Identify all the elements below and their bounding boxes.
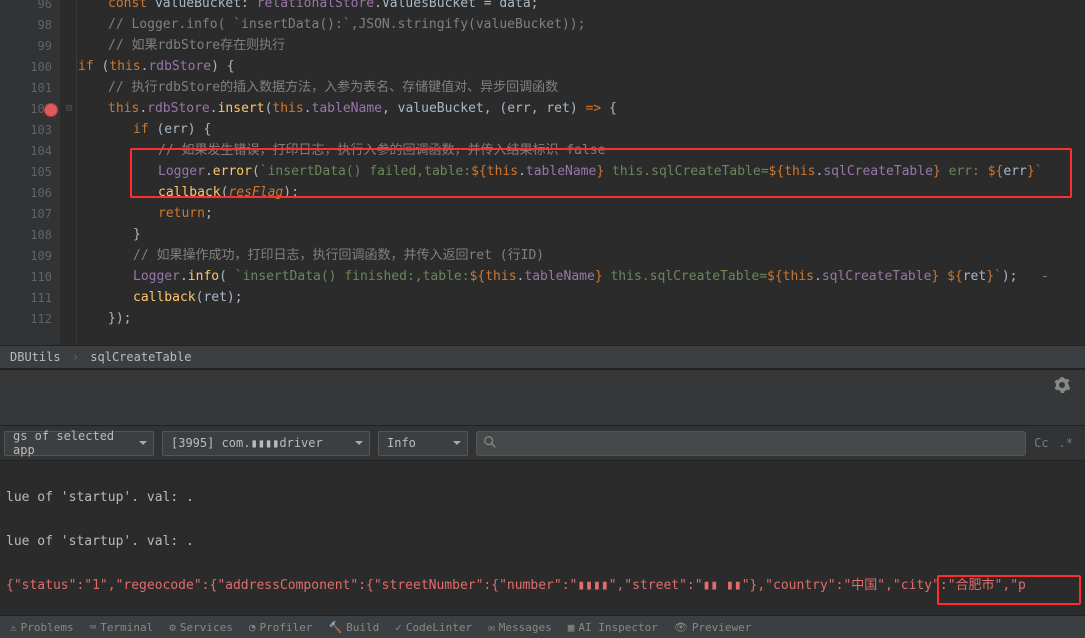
codelinter-icon: ✓: [395, 621, 402, 634]
breadcrumb[interactable]: DBUtils › sqlCreateTable: [0, 345, 1085, 369]
code-line[interactable]: Logger.info( `insertData() finished:,tab…: [78, 267, 1085, 287]
code-line[interactable]: callback(resFlag);: [78, 183, 1085, 203]
tool-panel-header: [0, 369, 1085, 425]
code-line[interactable]: // Logger.info( `insertData():`,JSON.str…: [78, 15, 1085, 35]
problems-icon: ⚠: [10, 621, 17, 634]
log-level-dropdown[interactable]: Info: [378, 431, 468, 456]
line-number: 110: [0, 270, 52, 284]
code-line[interactable]: return;: [78, 204, 1085, 224]
gutter: 9698991001011021031041051061071081091101…: [0, 0, 60, 345]
process-selector-label: [3995] com.▮▮▮▮driver: [171, 436, 323, 450]
line-number: 99: [0, 39, 52, 53]
line-number: 96: [0, 0, 52, 11]
log-line: lue of 'startup'. val: .: [6, 531, 1079, 553]
line-number: 112: [0, 312, 52, 326]
fold-toggle-icon[interactable]: ⊟: [64, 104, 74, 114]
tab-build[interactable]: 🔨Build: [328, 621, 379, 634]
log-search-input[interactable]: [476, 431, 1026, 456]
code-line[interactable]: // 如果发生错误，打印日志，执行入参的回调函数，并传入结果标识 false: [78, 141, 1085, 161]
search-icon: [483, 435, 497, 449]
line-number: 111: [0, 291, 52, 305]
build-icon: 🔨: [328, 621, 342, 634]
code-line[interactable]: if (err) {: [78, 120, 1085, 140]
tab-ai-inspector[interactable]: ▦AI Inspector: [568, 621, 658, 634]
app-selector-label: gs of selected app: [13, 429, 135, 457]
code-line[interactable]: Logger.error(`insertData() failed,table:…: [78, 162, 1085, 182]
code-line[interactable]: });: [78, 309, 1085, 329]
line-number: 106: [0, 186, 52, 200]
breadcrumb-item[interactable]: sqlCreateTable: [90, 350, 191, 364]
bottom-toolbar: ⚠Problems ⌨Terminal ⚙Services ◔Profiler …: [0, 615, 1085, 638]
line-number: 98: [0, 18, 52, 32]
gear-icon[interactable]: [1054, 377, 1070, 393]
code-area[interactable]: const valueBucket: relationalStore.Value…: [78, 0, 1085, 345]
app-selector-dropdown[interactable]: gs of selected app: [4, 431, 154, 456]
code-line[interactable]: if (this.rdbStore) {: [78, 57, 1085, 77]
profiler-icon: ◔: [249, 621, 256, 634]
tab-problems[interactable]: ⚠Problems: [10, 621, 74, 634]
line-number: 100: [0, 60, 52, 74]
log-output[interactable]: lue of 'startup'. val: . lue of 'startup…: [0, 461, 1085, 629]
search-options: Cc .*: [1034, 436, 1081, 450]
tab-services[interactable]: ⚙Services: [169, 621, 233, 634]
code-line[interactable]: }: [78, 225, 1085, 245]
log-level-label: Info: [387, 436, 416, 450]
process-selector-dropdown[interactable]: [3995] com.▮▮▮▮driver: [162, 431, 370, 456]
regex-toggle[interactable]: .*: [1059, 436, 1073, 450]
line-number: 105: [0, 165, 52, 179]
ai-icon: ▦: [568, 621, 575, 634]
log-line: lue of 'startup'. val: .: [6, 487, 1079, 509]
preview-icon: 👁: [674, 621, 688, 634]
line-number: 103: [0, 123, 52, 137]
line-number: 109: [0, 249, 52, 263]
line-number: 108: [0, 228, 52, 242]
breadcrumb-sep: ›: [72, 350, 79, 364]
code-line[interactable]: this.rdbStore.insert(this.tableName, val…: [78, 99, 1085, 119]
code-editor[interactable]: 9698991001011021031041051061071081091101…: [0, 0, 1085, 345]
code-line[interactable]: // 如果rdbStore存在则执行: [78, 36, 1085, 56]
fold-column: [60, 0, 77, 345]
tab-codelinter[interactable]: ✓CodeLinter: [395, 621, 472, 634]
tab-terminal[interactable]: ⌨Terminal: [90, 621, 154, 634]
code-line[interactable]: // 如果操作成功，打印日志，执行回调函数，并传入返回ret (行ID): [78, 246, 1085, 266]
tab-messages[interactable]: ✉Messages: [488, 621, 552, 634]
tab-profiler[interactable]: ◔Profiler: [249, 621, 313, 634]
log-line-error: {"status":"1","regeocode":{"addressCompo…: [6, 575, 1079, 597]
match-case-toggle[interactable]: Cc: [1034, 436, 1048, 450]
breakpoint-marker[interactable]: [44, 103, 58, 117]
breadcrumb-item[interactable]: DBUtils: [10, 350, 61, 364]
code-line[interactable]: // 执行rdbStore的插入数据方法，入参为表名、存储键值对、异步回调函数: [78, 78, 1085, 98]
tab-previewer[interactable]: 👁Previewer: [674, 621, 752, 634]
line-number: 101: [0, 81, 52, 95]
terminal-icon: ⌨: [90, 621, 97, 634]
code-line[interactable]: callback(ret);: [78, 288, 1085, 308]
line-number: 107: [0, 207, 52, 221]
messages-icon: ✉: [488, 621, 495, 634]
line-number: 104: [0, 144, 52, 158]
log-filter-bar: gs of selected app [3995] com.▮▮▮▮driver…: [0, 425, 1085, 461]
code-line[interactable]: const valueBucket: relationalStore.Value…: [78, 0, 1085, 14]
services-icon: ⚙: [169, 621, 176, 634]
